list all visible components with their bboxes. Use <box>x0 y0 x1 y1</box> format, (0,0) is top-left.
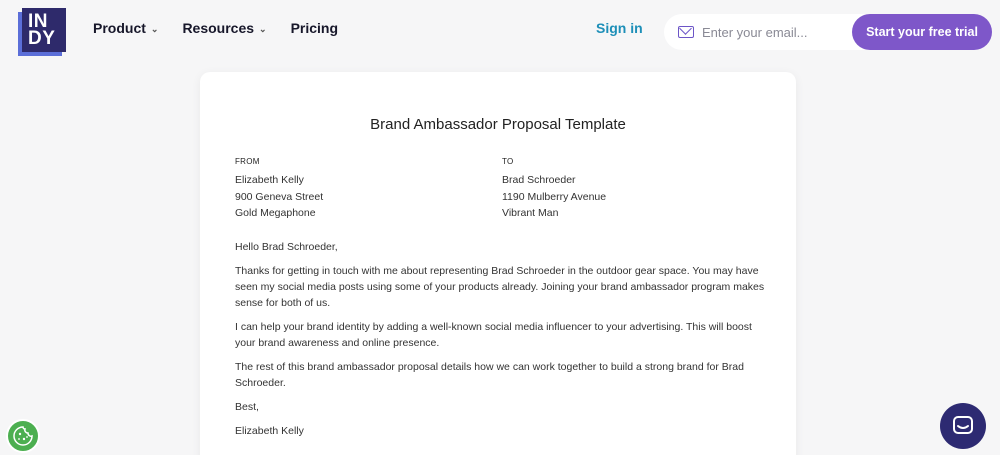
sign-off: Best, <box>235 401 259 413</box>
nav-item-label: Resources <box>182 20 255 36</box>
cookie-icon <box>13 426 33 446</box>
from-label: FROM <box>235 157 260 166</box>
email-signup-box <box>664 14 864 50</box>
greeting: Hello Brad Schroeder, <box>235 241 338 253</box>
logo-front-square: IN DY <box>22 8 66 52</box>
proposal-document-card: Brand Ambassador Proposal Template FROM … <box>200 72 796 455</box>
body-paragraph: The rest of this brand ambassador propos… <box>235 361 744 389</box>
indy-logo[interactable]: IN DY <box>18 8 66 56</box>
start-free-trial-button[interactable]: Start your free trial <box>852 14 992 50</box>
nav-item-label: Product <box>93 20 146 36</box>
to-company: Vibrant Man <box>502 207 559 219</box>
to-name: Brad Schroeder <box>502 174 576 186</box>
body-paragraph: Thanks for getting in touch with me abou… <box>235 265 765 309</box>
chat-launcher-button[interactable] <box>940 403 986 449</box>
from-block: FROM Elizabeth Kelly 900 Geneva Street G… <box>235 156 323 222</box>
cookie-settings-button[interactable] <box>6 419 40 453</box>
to-address: 1190 Mulberry Avenue <box>502 190 607 203</box>
nav-item-label: Pricing <box>290 20 339 36</box>
to-block: TO Brad Schroeder 1190 Mulberry Avenue V… <box>502 156 606 222</box>
from-address: 900 Geneva Street <box>235 190 324 203</box>
chat-icon <box>953 416 973 434</box>
nav-item-pricing[interactable]: Pricing <box>291 18 338 38</box>
letter-body: Hello Brad Schroeder, Thanks for getting… <box>235 239 765 447</box>
chevron-down-icon: ⌄ <box>259 23 267 34</box>
nav-item-product[interactable]: Product ⌄ <box>93 18 158 38</box>
signature-name: Elizabeth Kelly <box>235 425 304 437</box>
main-nav: Product ⌄ Resources ⌄ Pricing <box>93 18 362 38</box>
document-title: Brand Ambassador Proposal Template <box>370 116 626 133</box>
sign-in-link[interactable]: Sign in <box>596 20 643 36</box>
from-company: Gold Megaphone <box>235 207 316 219</box>
to-label: TO <box>502 157 514 166</box>
logo-text-line2: DY <box>28 28 56 49</box>
nav-item-resources[interactable]: Resources ⌄ <box>182 18 266 38</box>
email-input[interactable] <box>702 24 852 40</box>
mail-icon <box>678 26 694 38</box>
body-paragraph: I can help your brand identity by adding… <box>235 321 752 349</box>
chevron-down-icon: ⌄ <box>150 23 159 34</box>
from-name: Elizabeth Kelly <box>235 174 304 186</box>
